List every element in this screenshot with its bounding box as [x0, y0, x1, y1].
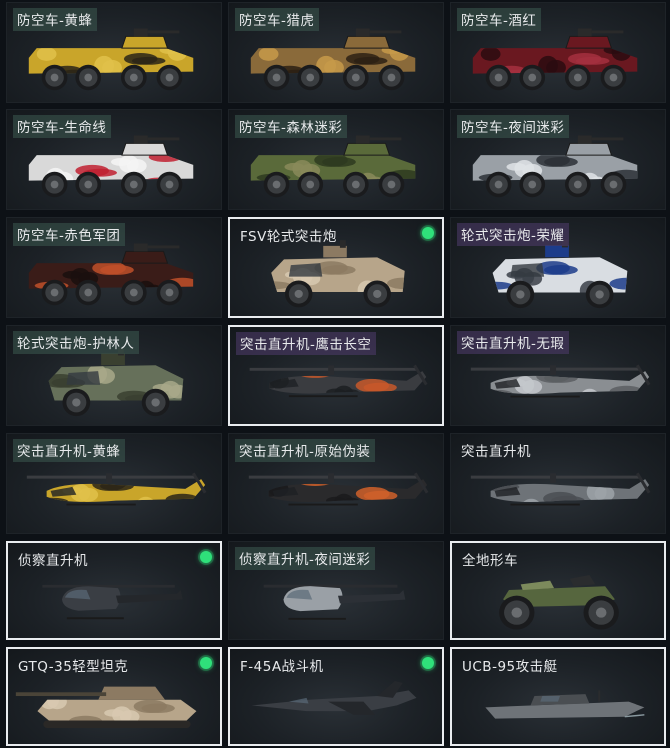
vehicle-card[interactable]: 突击直升机-鹰击长空	[228, 325, 444, 426]
vehicle-name: 侦察直升机-夜间迷彩	[235, 547, 376, 570]
vehicle-name: 突击直升机-原始伪装	[235, 439, 376, 462]
vehicle-card[interactable]: 防空车-黄蜂	[6, 2, 222, 103]
vehicle-card[interactable]: 轮式突击炮-荣耀	[450, 217, 666, 318]
vehicle-hull	[61, 586, 121, 611]
vehicle-name: 防空车-猎虎	[235, 8, 320, 31]
vehicle-card[interactable]: GTQ-35轻型坦克	[6, 647, 222, 746]
vehicle-name: 防空车-酒红	[457, 8, 542, 31]
vehicle-card[interactable]: 侦察直升机-夜间迷彩	[228, 541, 444, 640]
equipped-indicator-icon	[422, 657, 434, 669]
vehicle-name: 防空车-生命线	[13, 115, 112, 138]
vehicle-card[interactable]: 防空车-酒红	[450, 2, 666, 103]
vehicle-card[interactable]: 突击直升机-原始伪装	[228, 433, 444, 534]
vehicle-name: 防空车-夜间迷彩	[457, 115, 570, 138]
vehicle-name: 全地形车	[462, 553, 518, 569]
vehicle-name: 防空车-森林迷彩	[235, 115, 348, 138]
vehicle-name: 防空车-赤色军团	[13, 223, 126, 246]
vehicle-name: FSV轮式突击炮	[240, 229, 337, 245]
equipped-indicator-icon	[200, 657, 212, 669]
vehicle-name: F-45A战斗机	[240, 659, 324, 675]
vehicle-card[interactable]: UCB-95攻击艇	[450, 647, 666, 746]
vehicle-card[interactable]: 突击直升机	[450, 433, 666, 534]
vehicle-card[interactable]: 突击直升机-无瑕	[450, 325, 666, 426]
vehicle-card[interactable]: FSV轮式突击炮	[228, 217, 444, 318]
vehicle-name: 突击直升机	[461, 444, 531, 460]
vehicle-card[interactable]: 防空车-夜间迷彩	[450, 109, 666, 210]
vehicle-card[interactable]: 防空车-森林迷彩	[228, 109, 444, 210]
vehicle-hull	[283, 586, 343, 612]
vehicle-name: 突击直升机-无瑕	[457, 331, 570, 354]
vehicle-skin-grid: 防空车-黄蜂 防空车-猎虎 防空车-酒红防空车-生命线 防空车-森林迷彩 防空车-夜间迷…	[0, 0, 670, 748]
vehicle-name: 突击直升机-鹰击长空	[236, 332, 377, 355]
vehicle-card[interactable]: 侦察直升机	[6, 541, 222, 640]
vehicle-name: 侦察直升机	[18, 553, 88, 569]
vehicle-card[interactable]: 防空车-赤色军团	[6, 217, 222, 318]
equipped-indicator-icon	[422, 227, 434, 239]
vehicle-card[interactable]: 防空车-猎虎	[228, 2, 444, 103]
equipped-indicator-icon	[200, 551, 212, 563]
vehicle-card[interactable]: F-45A战斗机	[228, 647, 444, 746]
vehicle-card[interactable]: 全地形车	[450, 541, 666, 640]
vehicle-name: UCB-95攻击艇	[462, 659, 558, 675]
vehicle-name: 轮式突击炮-护林人	[13, 331, 140, 354]
vehicle-name: 防空车-黄蜂	[13, 8, 98, 31]
vehicle-card[interactable]: 突击直升机-黄蜂	[6, 433, 222, 534]
vehicle-card[interactable]: 防空车-生命线	[6, 109, 222, 210]
vehicle-card[interactable]: 轮式突击炮-护林人	[6, 325, 222, 426]
vehicle-name: GTQ-35轻型坦克	[18, 659, 129, 675]
vehicle-name: 突击直升机-黄蜂	[13, 439, 126, 462]
vehicle-name: 轮式突击炮-荣耀	[457, 223, 570, 246]
